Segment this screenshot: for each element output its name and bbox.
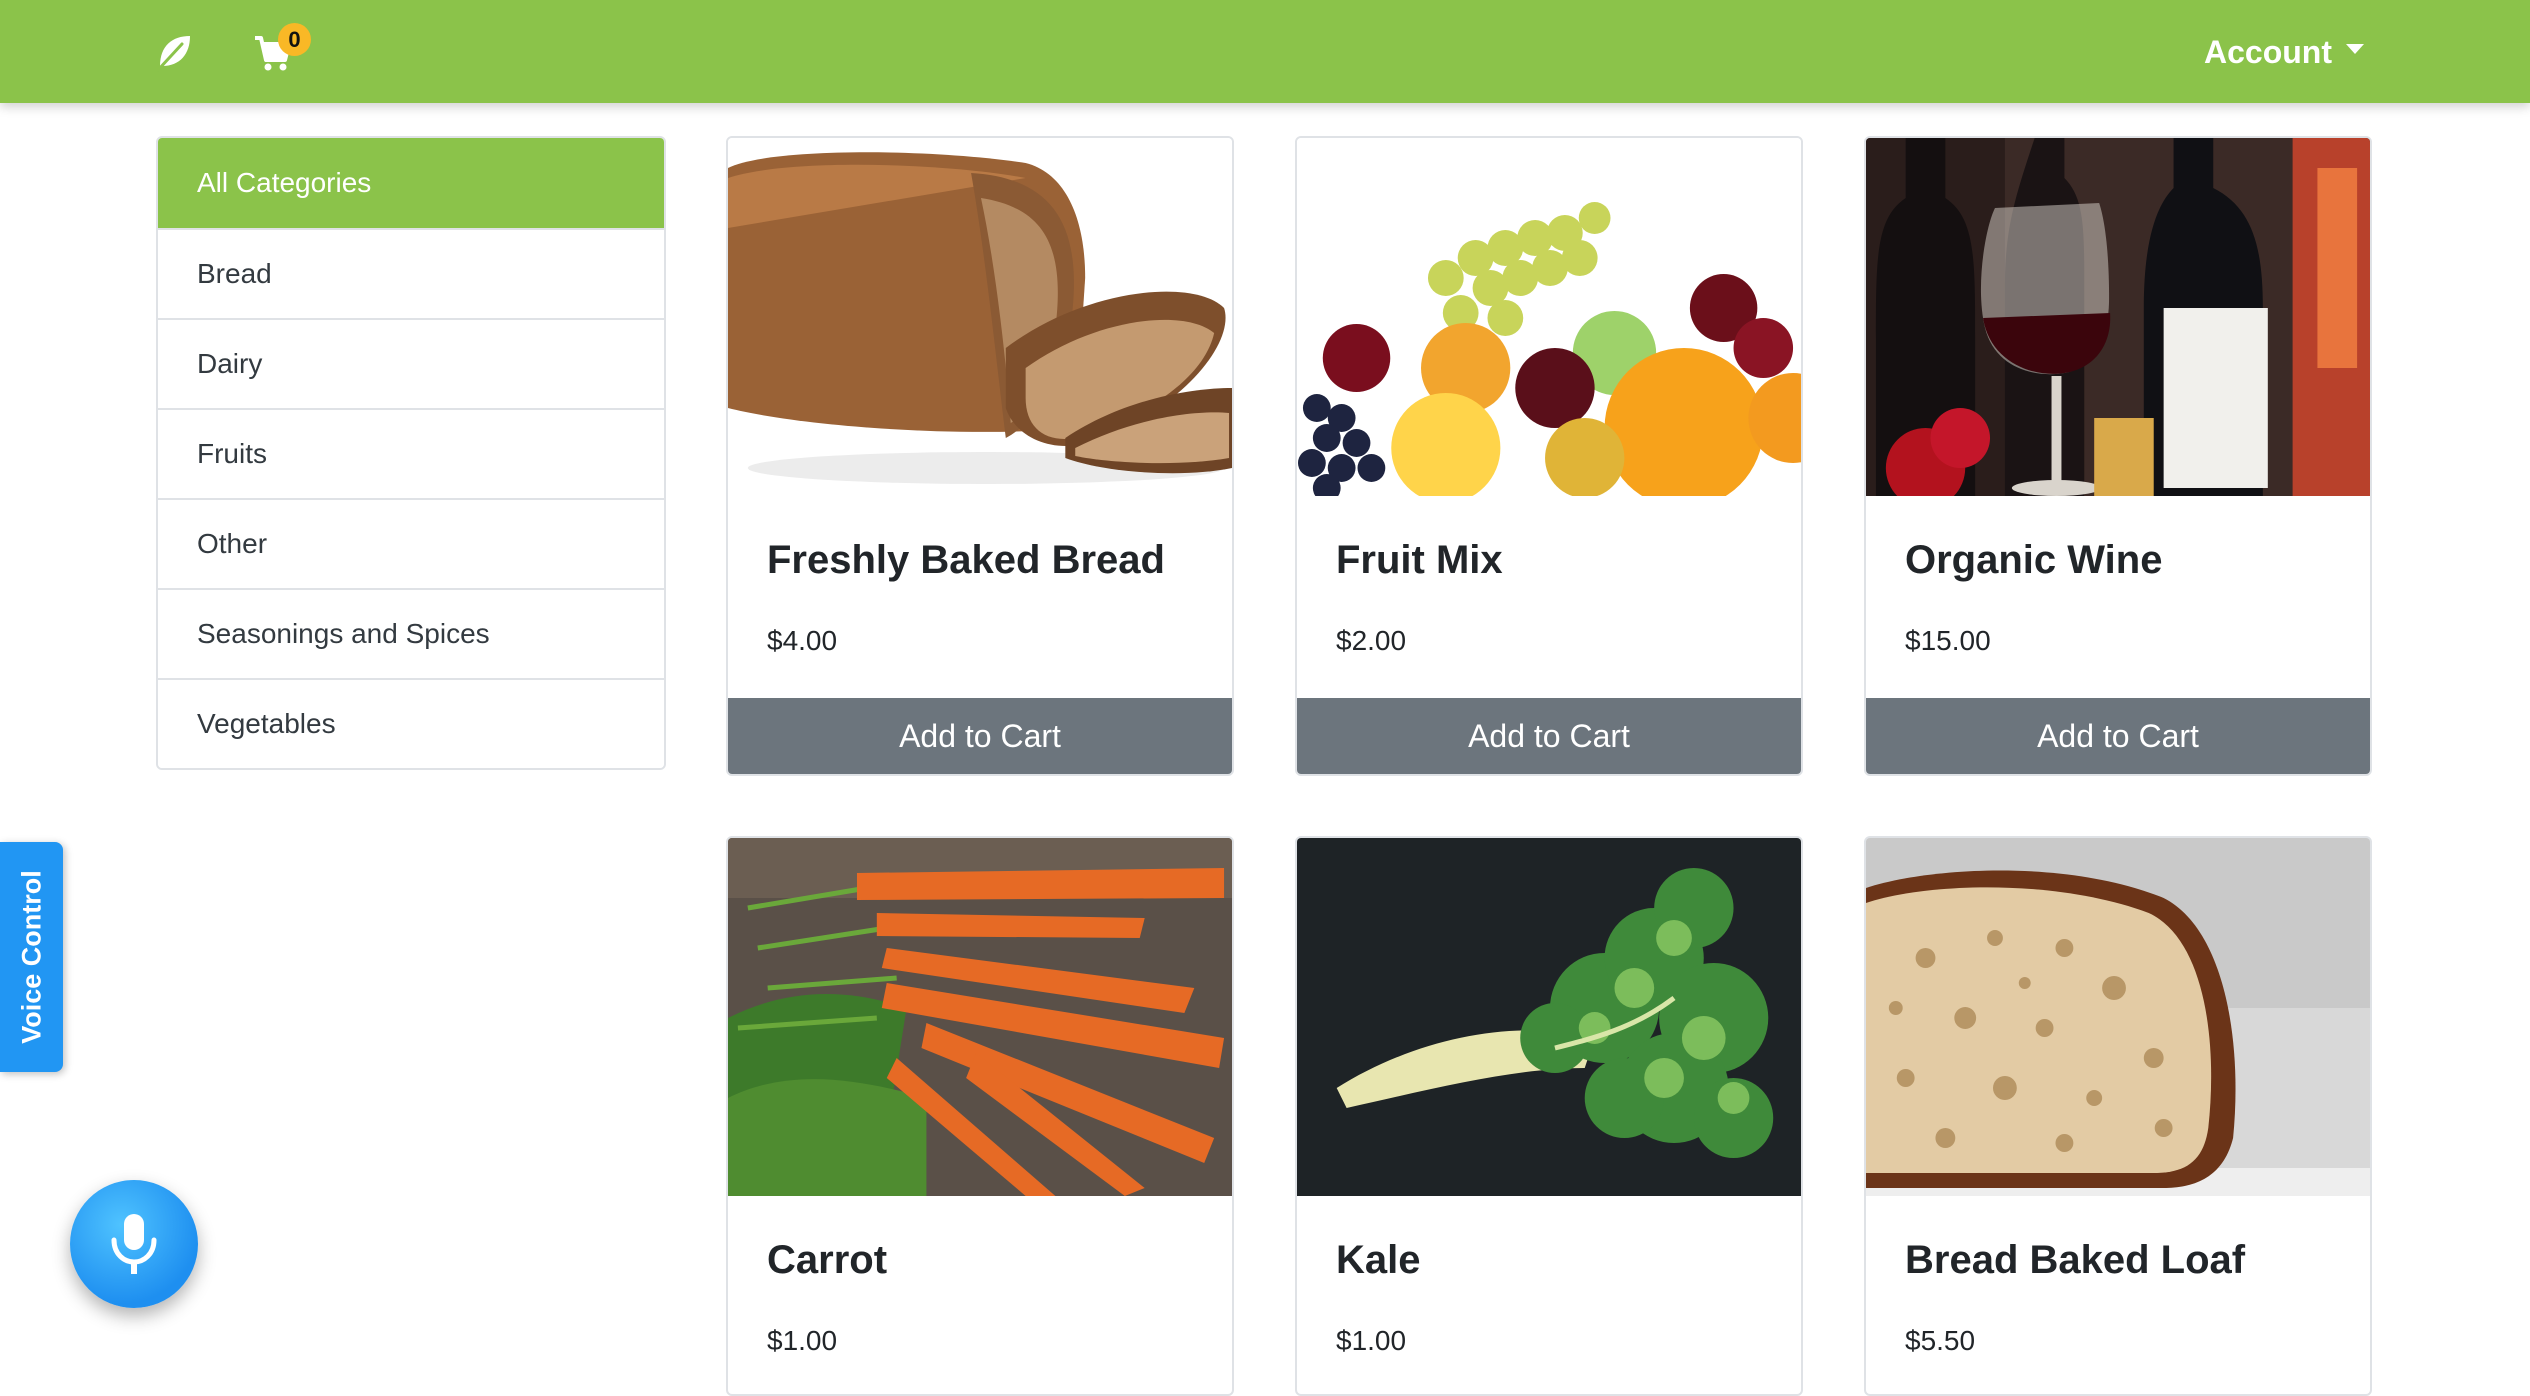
account-dropdown[interactable]: Account — [2204, 30, 2364, 74]
product-name: Organic Wine — [1905, 538, 2163, 582]
voice-control-tab[interactable]: Voice Control — [0, 842, 63, 1072]
product-price: $1.00 — [767, 1325, 838, 1356]
category-item-fruits[interactable]: Fruits — [158, 408, 664, 498]
category-item-dairy[interactable]: Dairy — [158, 318, 664, 408]
red-wine-image[interactable] — [1866, 138, 2370, 496]
product-name: Freshly Baked Bread — [767, 538, 1165, 582]
product-card: Carrot $1.00 — [726, 836, 1234, 1396]
microphone-button[interactable] — [70, 1180, 198, 1308]
product-card: Organic Wine $15.00 Add to Cart — [1864, 136, 2372, 776]
product-price: $4.00 — [767, 625, 838, 656]
category-item-vegetables[interactable]: Vegetables — [158, 678, 664, 768]
category-item-all[interactable]: All Categories — [158, 138, 664, 228]
add-to-cart-button[interactable]: Add to Cart — [728, 698, 1232, 774]
fruit-mix-image[interactable] — [1297, 138, 1801, 496]
product-card: Bread Baked Loaf $5.50 — [1864, 836, 2372, 1396]
caret-down-icon — [2346, 44, 2364, 54]
product-name: Bread Baked Loaf — [1905, 1238, 2246, 1282]
microphone-icon — [111, 1214, 157, 1274]
product-name: Kale — [1336, 1238, 1421, 1282]
cart-count-badge: 0 — [278, 23, 311, 56]
product-name: Fruit Mix — [1336, 538, 1503, 582]
product-card: Kale $1.00 — [1295, 836, 1803, 1396]
category-item-bread[interactable]: Bread — [158, 228, 664, 318]
product-card: Fruit Mix $2.00 Add to Cart — [1295, 136, 1803, 776]
voice-control-label: Voice Control — [16, 870, 46, 1044]
account-label: Account — [2204, 33, 2332, 70]
carrots-image[interactable] — [728, 838, 1232, 1196]
product-card: Freshly Baked Bread $4.00 Add to Cart — [726, 136, 1234, 776]
add-to-cart-button[interactable]: Add to Cart — [1297, 698, 1801, 774]
category-list: All Categories Bread Dairy Fruits Other … — [156, 136, 666, 770]
brand-logo[interactable] — [150, 28, 198, 76]
product-price: $5.50 — [1905, 1325, 1976, 1356]
leaf-icon — [156, 36, 190, 72]
kale-image[interactable] — [1297, 838, 1801, 1196]
category-item-seasonings[interactable]: Seasonings and Spices — [158, 588, 664, 678]
sliced-bread-image[interactable] — [728, 138, 1232, 496]
bread-loaf-image[interactable] — [1866, 838, 2370, 1196]
product-price: $15.00 — [1905, 625, 1991, 656]
category-item-other[interactable]: Other — [158, 498, 664, 588]
product-name: Carrot — [767, 1238, 888, 1282]
cart-button[interactable]: 0 — [253, 23, 311, 76]
add-to-cart-button[interactable]: Add to Cart — [1866, 698, 2370, 774]
top-navbar: 0 Account — [0, 0, 2530, 103]
product-price: $1.00 — [1336, 1325, 1407, 1356]
product-price: $2.00 — [1336, 625, 1407, 656]
